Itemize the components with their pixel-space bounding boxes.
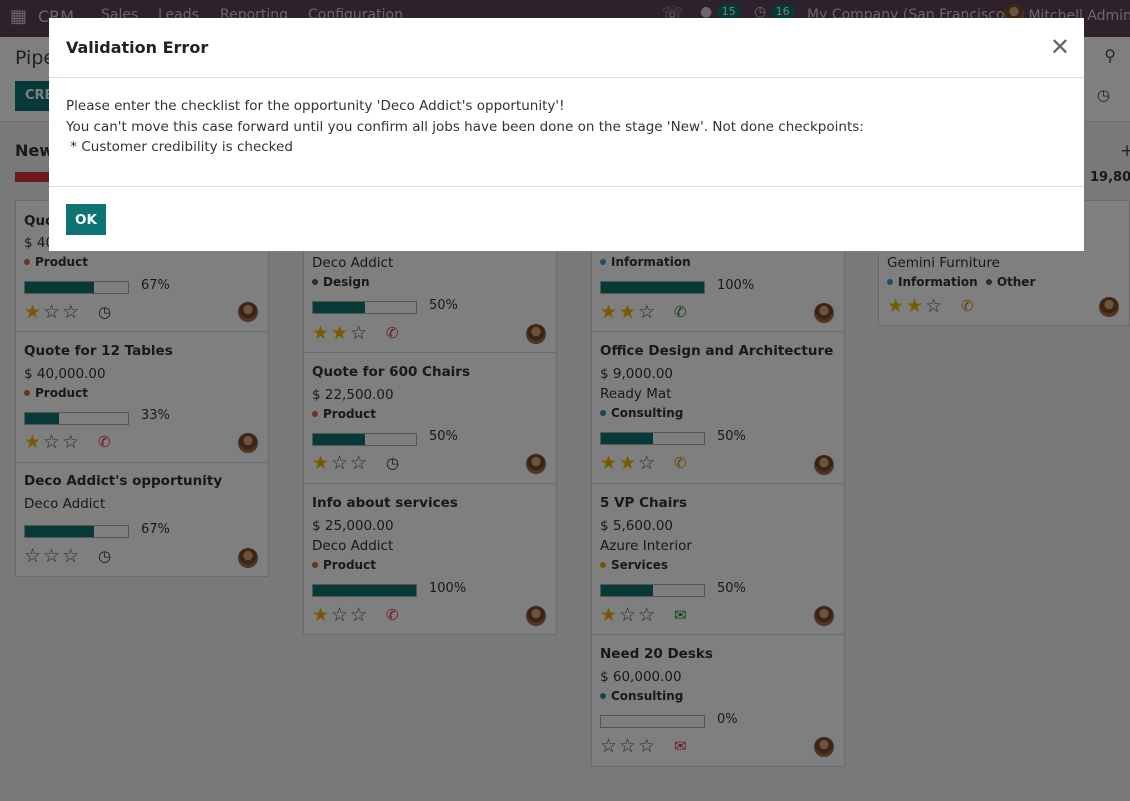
dialog-header: Validation Error ✕	[49, 18, 1084, 78]
dialog-footer: OK	[49, 186, 1084, 252]
message-line-2: You can't move this case forward until y…	[66, 118, 864, 135]
close-icon[interactable]: ✕	[1050, 33, 1070, 61]
ok-button[interactable]: OK	[66, 204, 106, 235]
message-line-1: Please enter the checklist for the oppor…	[66, 98, 565, 114]
message-line-3: * Customer credibility is checked	[66, 139, 293, 155]
validation-error-dialog: Validation Error ✕ Please enter the chec…	[49, 18, 1084, 251]
dialog-message: Please enter the checklist for the oppor…	[66, 96, 864, 158]
dialog-title: Validation Error	[66, 38, 209, 57]
